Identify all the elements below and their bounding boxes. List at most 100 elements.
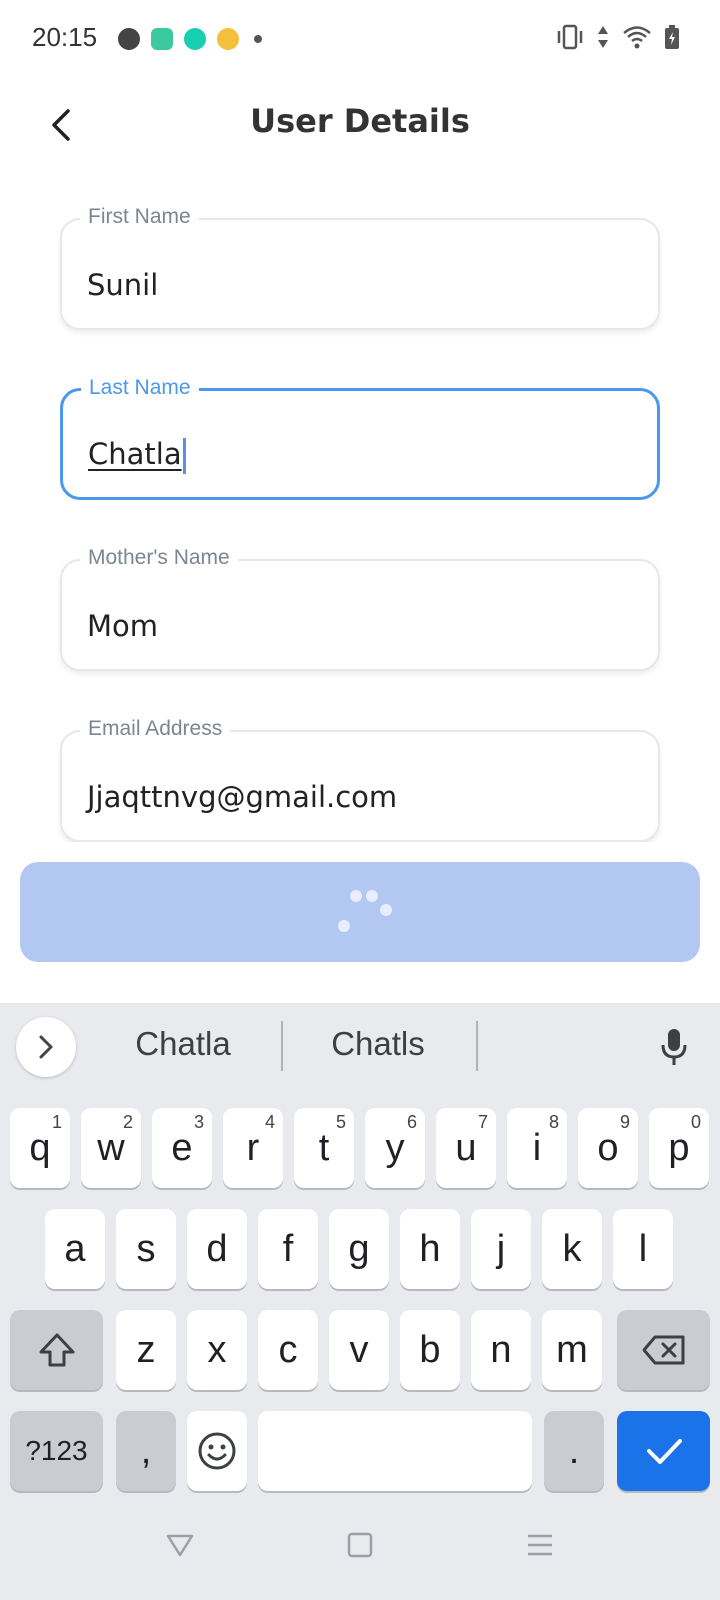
loading-spinner-icon [336,878,400,942]
key-label: i [532,1126,542,1169]
apps-notification-icon [184,28,206,50]
more-notifications-icon [254,35,262,43]
status-bar: 20:15 [0,0,720,80]
voice-input-button[interactable] [648,1021,700,1073]
expand-toolbar-button[interactable] [16,1017,76,1077]
shift-key[interactable] [10,1310,103,1390]
key-label: u [455,1126,477,1169]
microphone-icon [661,1029,687,1065]
suggestion-bar: Chatla Chatls [0,1003,720,1091]
mothers-name-field[interactable]: Mother's Name Mom [60,546,660,671]
key-z[interactable]: z [116,1310,176,1390]
key-hint: 2 [122,1112,133,1132]
key-b[interactable]: b [400,1310,460,1390]
key-hint: 3 [193,1112,204,1132]
shift-icon [39,1333,74,1367]
key-hint: 5 [335,1112,346,1132]
key-k[interactable]: k [542,1209,602,1289]
key-r[interactable]: r4 [223,1108,283,1188]
page-title: User Details [250,102,470,140]
key-h[interactable]: h [400,1209,460,1289]
last-name-value: Chatla [88,437,182,471]
key-i[interactable]: i8 [507,1108,567,1188]
key-f[interactable]: f [258,1209,318,1289]
symbols-key[interactable]: ?123 [10,1411,103,1491]
first-name-label: First Name [80,205,199,229]
backspace-key[interactable] [617,1310,710,1390]
done-key[interactable] [617,1411,710,1491]
key-v[interactable]: v [329,1310,389,1390]
system-status-icons [556,24,680,50]
suggestion-1[interactable]: Chatla [88,1025,278,1063]
navigation-bar [0,1490,720,1600]
key-label: o [597,1126,619,1169]
data-transfer-icon [598,26,608,48]
user-details-form: First Name Sunil Last Name Chatla Mother… [0,170,720,842]
period-key[interactable]: . [544,1411,604,1491]
key-s[interactable]: s [116,1209,176,1289]
first-name-field[interactable]: First Name Sunil [60,205,660,330]
key-w[interactable]: w2 [81,1108,141,1188]
key-label: q [29,1126,51,1169]
mothers-name-label: Mother's Name [80,546,238,570]
key-n[interactable]: n [471,1310,531,1390]
backspace-icon [642,1335,684,1365]
chevron-right-icon [39,1035,53,1059]
suggestion-divider [476,1021,478,1071]
key-a[interactable]: a [45,1209,105,1289]
key-hint: 4 [264,1112,275,1132]
key-u[interactable]: u7 [436,1108,496,1188]
emoji-notification-icon [217,28,239,50]
soft-keyboard: Chatla Chatls q1w2e3r4t5y6u7i8o9p0 asdfg… [0,1003,720,1600]
emoji-icon [198,1432,236,1470]
key-hint: 1 [51,1112,62,1132]
notification-icons [118,28,262,50]
key-label: r [246,1126,260,1169]
status-time: 20:15 [32,22,98,52]
emoji-key[interactable] [187,1411,247,1491]
key-hint: 0 [690,1112,701,1132]
comma-key[interactable]: , [116,1411,176,1491]
key-hint: 6 [406,1112,417,1132]
email-label: Email Address [80,717,231,741]
nav-recents-button[interactable] [515,1520,565,1570]
key-label: y [385,1126,405,1169]
submit-button[interactable] [20,862,700,962]
key-x[interactable]: x [187,1310,247,1390]
check-icon [646,1439,682,1464]
key-o[interactable]: o9 [578,1108,638,1188]
vibrate-icon [557,24,583,50]
key-j[interactable]: j [471,1209,531,1289]
menu-lines-icon [528,1534,552,1556]
nav-back-button[interactable] [155,1520,205,1570]
key-label: e [171,1126,193,1169]
mothers-name-input[interactable]: Mom [87,609,627,643]
app-notification-icon [118,28,140,50]
last-name-field[interactable]: Last Name Chatla [60,376,660,500]
last-name-input[interactable]: Chatla [88,437,628,474]
key-q[interactable]: q1 [10,1108,70,1188]
key-m[interactable]: m [542,1310,602,1390]
first-name-input[interactable]: Sunil [87,268,627,302]
key-g[interactable]: g [329,1209,389,1289]
key-c[interactable]: c [258,1310,318,1390]
app-header: User Details [0,80,720,170]
key-t[interactable]: t5 [294,1108,354,1188]
key-d[interactable]: d [187,1209,247,1289]
battery-icon [665,25,679,49]
email-field[interactable]: Email Address Jjaqttnvg@gmail.com [60,717,660,842]
key-y[interactable]: y6 [365,1108,425,1188]
key-label: t [318,1126,330,1169]
key-label: w [97,1126,125,1169]
text-cursor [182,438,186,474]
space-key[interactable] [258,1411,532,1491]
last-name-label: Last Name [81,376,199,400]
suggestion-2[interactable]: Chatls [283,1025,473,1063]
key-hint: 8 [548,1112,559,1132]
email-input[interactable]: Jjaqttnvg@gmail.com [87,780,627,814]
key-hint: 9 [619,1112,630,1132]
nav-home-button[interactable] [335,1520,385,1570]
key-p[interactable]: p0 [649,1108,709,1188]
key-l[interactable]: l [613,1209,673,1289]
key-e[interactable]: e3 [152,1108,212,1188]
